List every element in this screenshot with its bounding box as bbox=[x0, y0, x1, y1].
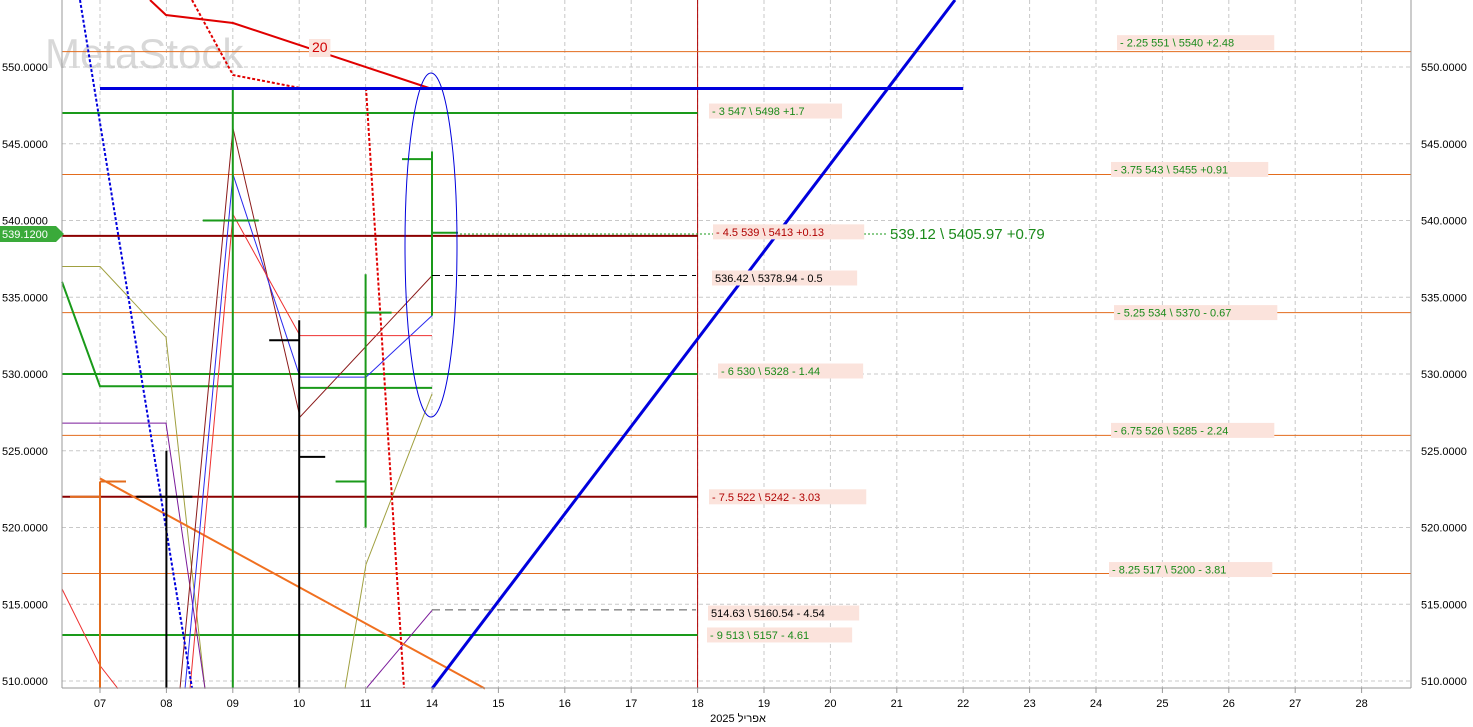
y-tick-right-525.0000: 525.0000 bbox=[1421, 446, 1467, 458]
overlay-drawings bbox=[100, 0, 964, 690]
price-levels bbox=[62, 51, 1411, 636]
level-label-3: - 4.5 539 \ 5413 +0.13 bbox=[716, 227, 824, 239]
x-tick-28: 28 bbox=[1355, 698, 1367, 710]
price-bars bbox=[70, 90, 458, 688]
y-tick-right-550.0000: 550.0000 bbox=[1421, 62, 1467, 74]
y-tick-left-550.0000: 550.0000 bbox=[2, 62, 48, 74]
level-label-4: - 5.25 534 \ 5370 - 0.67 bbox=[1117, 308, 1231, 320]
red-thin-line bbox=[189, 212, 432, 689]
chart-canvas[interactable]: MetaStock - 2.25 551 \ 5540 +2.48 - 3 547… bbox=[0, 0, 1473, 727]
blue-dashed-line bbox=[79, 0, 193, 689]
x-tick-27: 27 bbox=[1289, 698, 1301, 710]
x-tick-21: 21 bbox=[891, 698, 903, 710]
annotation-514: 514.63 \ 5160.54 - 4.54 bbox=[711, 608, 825, 620]
y-tick-left-530.0000: 530.0000 bbox=[2, 369, 48, 381]
level-label-6: - 6.75 526 \ 5285 - 2.24 bbox=[1114, 425, 1228, 437]
level-labels: - 2.25 551 \ 5540 +2.48 - 3 547 \ 5498 +1… bbox=[309, 35, 1278, 643]
blue-thin-line bbox=[184, 174, 433, 689]
level-label-2: - 3.75 543 \ 5455 +0.91 bbox=[1114, 164, 1228, 176]
annotation-536: 536.42 \ 5378.94 - 0.5 bbox=[715, 273, 823, 285]
blue-trendline bbox=[430, 0, 957, 690]
x-tick-10: 10 bbox=[293, 698, 305, 710]
x-tick-16: 16 bbox=[559, 698, 571, 710]
y-tick-right-535.0000: 535.0000 bbox=[1421, 292, 1467, 304]
x-tick-19: 19 bbox=[758, 698, 770, 710]
level-label-9: - 9 513 \ 5157 - 4.61 bbox=[710, 630, 809, 642]
grid-lines bbox=[62, 0, 1411, 688]
annotation-539: 539.12 \ 5405.97 +0.79 bbox=[890, 226, 1045, 243]
x-tick-11: 11 bbox=[360, 698, 371, 710]
x-tick-24: 24 bbox=[1090, 698, 1102, 710]
x-tick-08: 08 bbox=[160, 698, 172, 710]
annotation-20: 20 bbox=[312, 39, 328, 55]
orange-trendline bbox=[99, 477, 486, 690]
x-tick-22: 22 bbox=[957, 698, 969, 710]
last-price-label: 539.1200 bbox=[2, 229, 48, 241]
y-tick-left-515.0000: 515.0000 bbox=[2, 599, 48, 611]
level-label-0: - 2.25 551 \ 5540 +2.48 bbox=[1120, 38, 1234, 50]
x-month-label: אפריל 2025 bbox=[710, 712, 766, 725]
y-tick-left-540.0000: 540.0000 bbox=[2, 216, 48, 228]
x-tick-17: 17 bbox=[625, 698, 637, 710]
olive-line bbox=[62, 266, 206, 689]
x-tick-25: 25 bbox=[1156, 698, 1168, 710]
level-label-7: - 7.5 522 \ 5242 - 3.03 bbox=[712, 492, 820, 504]
y-tick-right-515.0000: 515.0000 bbox=[1421, 599, 1467, 611]
y-tick-left-510.0000: 510.0000 bbox=[2, 676, 48, 688]
x-tick-09: 09 bbox=[227, 698, 239, 710]
y-tick-right-510.0000: 510.0000 bbox=[1421, 676, 1467, 688]
y-tick-right-520.0000: 520.0000 bbox=[1421, 523, 1467, 535]
watermark-logo: MetaStock bbox=[45, 30, 244, 77]
level-label-8: - 8.25 517 \ 5200 - 3.81 bbox=[1112, 565, 1226, 577]
y-tick-right-530.0000: 530.0000 bbox=[1421, 369, 1467, 381]
level-label-5: - 6 530 \ 5328 - 1.44 bbox=[721, 366, 820, 378]
x-tick-07: 07 bbox=[94, 698, 106, 710]
y-tick-left-535.0000: 535.0000 bbox=[2, 292, 48, 304]
x-tick-23: 23 bbox=[1023, 698, 1035, 710]
y-tick-right-540.0000: 540.0000 bbox=[1421, 216, 1467, 228]
x-tick-15: 15 bbox=[492, 698, 504, 710]
y-tick-left-520.0000: 520.0000 bbox=[2, 523, 48, 535]
level-label-1: - 3 547 \ 5498 +1.7 bbox=[712, 106, 805, 118]
x-tick-20: 20 bbox=[824, 698, 836, 710]
watermark-text: MetaStock bbox=[45, 30, 244, 77]
y-tick-left-545.0000: 545.0000 bbox=[2, 139, 48, 151]
x-tick-26: 26 bbox=[1223, 698, 1235, 710]
y-tick-left-525.0000: 525.0000 bbox=[2, 446, 48, 458]
x-tick-18: 18 bbox=[691, 698, 703, 710]
x-tick-14: 14 bbox=[426, 698, 438, 710]
y-tick-right-545.0000: 545.0000 bbox=[1421, 139, 1467, 151]
indicator-lines bbox=[61, 0, 486, 690]
